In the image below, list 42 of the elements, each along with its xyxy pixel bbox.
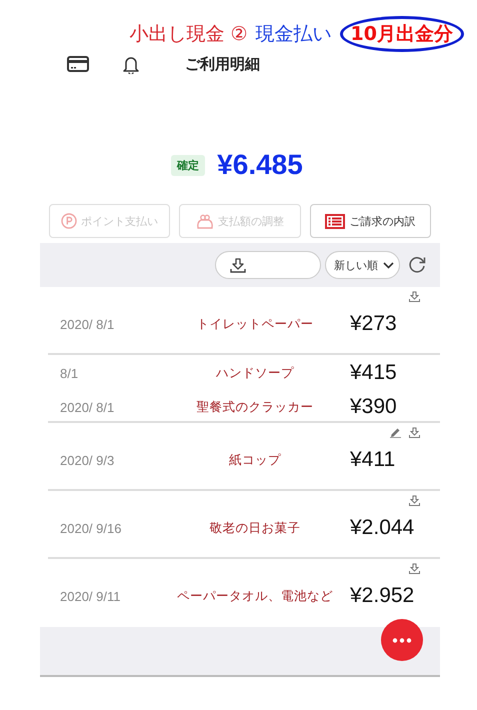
sort-dropdown[interactable]: 新しい順 bbox=[325, 251, 400, 279]
amount-text: ¥411 bbox=[350, 448, 396, 472]
item-name: 敬老の日お菓子 bbox=[208, 520, 302, 536]
download-icon bbox=[230, 258, 246, 272]
download-button[interactable] bbox=[215, 251, 321, 279]
p-coin-icon bbox=[61, 213, 78, 229]
download-icon[interactable] bbox=[409, 563, 420, 574]
download-icon[interactable] bbox=[409, 291, 420, 302]
download-icon[interactable] bbox=[409, 495, 420, 506]
refresh-icon[interactable] bbox=[408, 256, 426, 274]
circled-note: 10月出金分 bbox=[340, 16, 464, 52]
item-name: ハンドソープ bbox=[215, 364, 295, 382]
item-name: ペーパータオル、電池など bbox=[176, 588, 334, 604]
date-text: 2020/ 8/1 bbox=[59, 316, 116, 332]
date-text: 2020/ 9/11 bbox=[59, 588, 122, 604]
purse-icon bbox=[196, 212, 214, 230]
amount-text: ¥2.044 bbox=[350, 516, 416, 540]
status-badge: 確定 bbox=[171, 154, 206, 176]
page-title: ご利用明細 bbox=[185, 54, 260, 74]
item-name: 紙コップ bbox=[228, 452, 282, 468]
more-button[interactable] bbox=[381, 619, 423, 661]
action-button[interactable]: ご請求の内訳 bbox=[310, 204, 431, 238]
annotation-text: 現金払い bbox=[256, 22, 332, 47]
date-text: 2020/ 9/16 bbox=[59, 520, 122, 536]
annotation-text: 小出し現金 ② bbox=[129, 22, 248, 47]
date-text: 8/1 bbox=[59, 366, 80, 380]
total-amount: ¥6.485 bbox=[217, 149, 303, 181]
more-icon bbox=[392, 638, 412, 642]
amount-text: ¥390 bbox=[350, 395, 398, 419]
amount-text: ¥273 bbox=[350, 312, 398, 336]
pencil-icon[interactable] bbox=[390, 427, 401, 438]
item-name: トイレットペーパー bbox=[196, 316, 314, 332]
item-name: 聖餐式のクラッカー bbox=[196, 398, 314, 416]
date-text: 2020/ 9/3 bbox=[59, 452, 116, 468]
date-text: 2020/ 8/1 bbox=[59, 400, 116, 414]
download-icon[interactable] bbox=[409, 427, 420, 438]
chevron-down-icon bbox=[383, 262, 394, 268]
amount-text: ¥415 bbox=[350, 361, 398, 385]
amount-text: ¥2.952 bbox=[350, 584, 416, 608]
bell-icon[interactable] bbox=[123, 54, 139, 74]
list-icon bbox=[325, 214, 346, 228]
card-icon[interactable] bbox=[67, 56, 89, 72]
